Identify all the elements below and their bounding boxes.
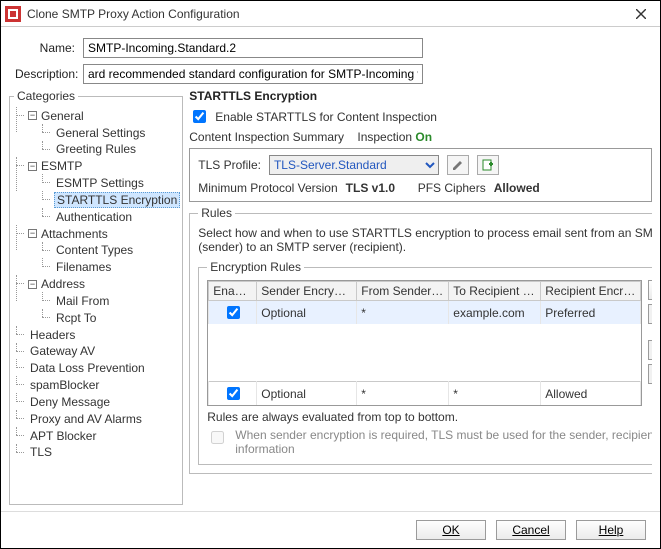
col-to-recipient-domain[interactable]: To Recipient Do... [449,282,541,301]
edit-profile-button[interactable] [447,155,469,175]
name-input[interactable] [83,38,423,58]
encryption-rules-legend: Encryption Rules [207,260,304,274]
categories-legend: Categories [14,89,78,103]
tree-node-general[interactable]: General [39,109,86,123]
cell-sender-encryption: Optional [257,301,357,324]
default-sender-encryption: Optional [257,382,357,406]
close-button[interactable] [626,3,656,25]
tree-node-greeting-rules[interactable]: Greeting Rules [54,142,138,156]
tree-node-proxy-av-alarms[interactable]: Proxy and AV Alarms [28,412,144,426]
tree-node-tls[interactable]: TLS [28,445,54,459]
tls-profile-label: TLS Profile: [198,158,261,172]
help-button[interactable]: Help [576,520,646,540]
rules-fieldset: Rules Select how and when to use STARTTL… [189,206,652,474]
tls-required-note: When sender encryption is required, TLS … [235,428,652,456]
tree-node-authentication[interactable]: Authentication [54,210,134,224]
dialog-window: Clone SMTP Proxy Action Configuration Na… [0,0,661,549]
window-title: Clone SMTP Proxy Action Configuration [27,7,626,21]
default-row-enabled-checkbox[interactable] [227,387,240,400]
tree-node-deny-message[interactable]: Deny Message [28,395,112,409]
up-button[interactable]: Up [648,340,652,360]
tree-node-spamblocker[interactable]: spamBlocker [28,378,101,392]
default-to-recipient-domain: * [449,382,541,406]
cancel-button[interactable]: Cancel [496,520,566,540]
row-enabled-checkbox[interactable] [227,306,240,319]
pfs-ciphers-label: PFS Ciphers [418,181,486,195]
inspection-label: Inspection [357,130,412,144]
tree-node-attachments[interactable]: Attachments [39,227,110,241]
categories-tree[interactable]: −General General Settings Greeting Rules… [14,107,180,502]
tree-node-filenames[interactable]: Filenames [54,260,113,274]
panel-heading: STARTTLS Encryption [189,89,652,103]
dialog-footer: OK Cancel Help [1,511,660,548]
ok-button[interactable]: OK [416,520,486,540]
rules-legend: Rules [198,206,235,220]
tree-node-starttls-encryption[interactable]: STARTTLS Encryption [54,192,180,208]
tree-node-general-settings[interactable]: General Settings [54,126,147,140]
description-label: Description: [15,67,75,81]
tree-node-content-types[interactable]: Content Types [54,243,135,257]
content-inspection-summary-label: Content Inspection Summary [189,130,344,144]
description-input[interactable] [83,64,423,84]
expander-icon[interactable]: − [28,111,37,120]
tree-node-mail-from[interactable]: Mail From [54,294,111,308]
inspection-value: On [415,130,432,144]
tls-profile-select[interactable]: TLS-Server.Standard [269,155,439,175]
tls-profile-box: TLS Profile: TLS-Server.Standard Minimum… [189,148,652,202]
expander-icon[interactable]: − [28,280,37,289]
expander-icon[interactable]: − [28,162,37,171]
tree-node-gateway-av[interactable]: Gateway AV [28,344,97,358]
evaluation-note: Rules are always evaluated from top to b… [207,410,652,424]
min-protocol-label: Minimum Protocol Version [198,181,337,195]
tls-required-note-checkbox [211,431,224,444]
rules-description: Select how and when to use STARTTLS encr… [198,226,652,254]
settings-panel: STARTTLS Encryption Enable STARTTLS for … [189,89,652,505]
pfs-ciphers-value: Allowed [494,181,540,195]
tree-node-esmtp[interactable]: ESMTP [39,159,84,173]
default-row[interactable]: Optional * * Allowed [209,382,641,406]
encryption-rules-table[interactable]: Enabled Sender Encryption From Sender Do… [207,280,642,406]
new-profile-button[interactable] [477,155,499,175]
tree-node-apt-blocker[interactable]: APT Blocker [28,429,98,443]
close-icon [636,9,646,19]
default-recipient-encryption: Allowed [541,382,641,406]
col-sender-encryption[interactable]: Sender Encryption [257,282,357,301]
col-from-sender-domain[interactable]: From Sender Do... [357,282,449,301]
col-enabled[interactable]: Enabled [209,282,257,301]
default-from-sender-domain: * [357,382,449,406]
cell-to-recipient-domain: example.com [449,301,541,324]
remove-button[interactable]: Remove [648,304,652,324]
min-protocol-value: TLS v1.0 [346,181,395,195]
categories-fieldset: Categories −General General Settings Gre… [9,89,183,505]
titlebar: Clone SMTP Proxy Action Configuration [1,1,660,27]
enable-starttls-label: Enable STARTTLS for Content Inspection [215,110,437,124]
tree-node-esmtp-settings[interactable]: ESMTP Settings [54,176,146,190]
enable-starttls-checkbox[interactable] [193,110,206,123]
encryption-rules-fieldset: Encryption Rules Enabled Sender Encrypti… [198,260,652,465]
pencil-icon [452,159,464,171]
table-row[interactable]: Optional * example.com Preferred [209,301,641,324]
add-button[interactable]: Add [648,280,652,300]
cell-from-sender-domain: * [357,301,449,324]
tree-node-dlp[interactable]: Data Loss Prevention [28,361,147,375]
app-icon [5,6,21,22]
tree-node-headers[interactable]: Headers [28,328,77,342]
tree-node-address[interactable]: Address [39,277,87,291]
down-button[interactable]: Down [648,364,652,384]
expander-icon[interactable]: − [28,229,37,238]
cell-recipient-encryption: Preferred [541,301,641,324]
col-recipient-encryption[interactable]: Recipient Encrypt... [541,282,641,301]
tree-node-rcpt-to[interactable]: Rcpt To [54,311,98,325]
page-plus-icon [482,159,494,171]
name-label: Name: [15,41,75,55]
